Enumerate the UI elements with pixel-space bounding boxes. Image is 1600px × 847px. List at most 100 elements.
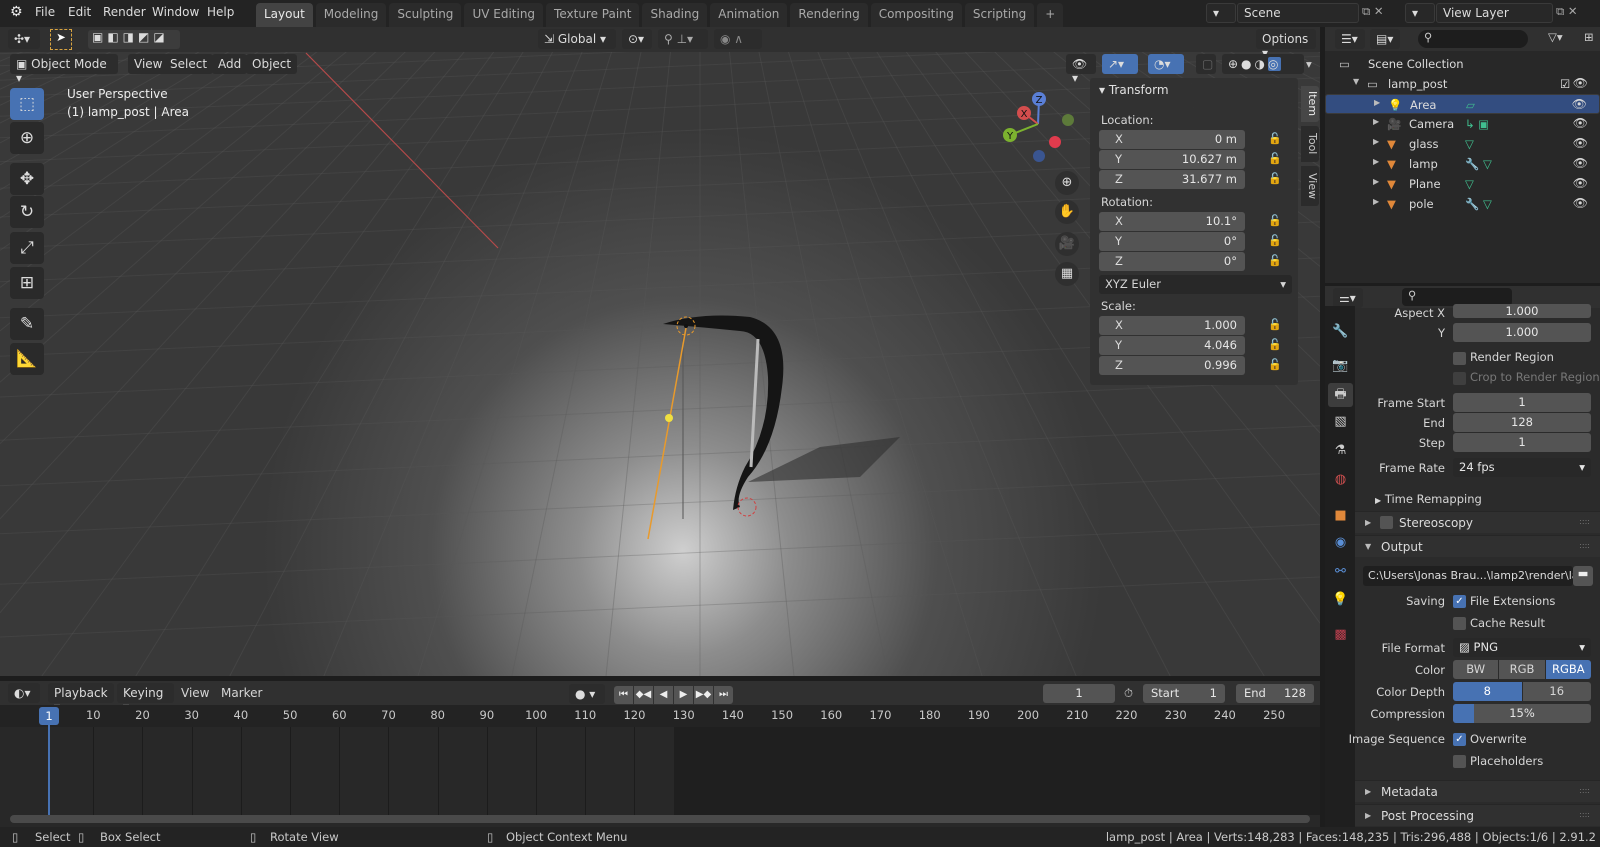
- outliner-scene-collection[interactable]: ▭ Scene Collection: [1325, 54, 1600, 74]
- gizmo-toggle-icon[interactable]: ↗▾: [1102, 54, 1138, 74]
- stereoscopy-panel-header[interactable]: ▶ Stereoscopy::::: [1355, 511, 1600, 533]
- expand-triangle-icon[interactable]: ▶: [1373, 137, 1379, 146]
- filter-icon[interactable]: ▽▾: [1548, 30, 1563, 44]
- scale-x-field[interactable]: X 1.000: [1099, 316, 1245, 335]
- metadata-panel-header[interactable]: ▶ Metadata::::: [1355, 780, 1600, 802]
- selection-mode-buttons[interactable]: ▣◧◨◩◪: [88, 30, 180, 49]
- tool-move-icon[interactable]: ✥: [10, 163, 44, 195]
- location-x-field[interactable]: X 0 m: [1099, 130, 1245, 149]
- tab-sculpting[interactable]: Sculpting: [389, 3, 462, 27]
- scale-z-field[interactable]: Z 0.996: [1099, 356, 1245, 375]
- eye-icon[interactable]: 👁: [1573, 136, 1588, 150]
- xray-icon[interactable]: ▢: [1196, 54, 1216, 74]
- eye-icon[interactable]: 👁: [1573, 196, 1588, 210]
- compression-slider[interactable]: 15%: [1453, 704, 1591, 723]
- object-data-icon[interactable]: ▽: [1465, 137, 1474, 151]
- view-layer-field[interactable]: View Layer: [1436, 3, 1553, 23]
- proportional-edit-icon[interactable]: ◉ ∧: [714, 29, 762, 49]
- auto-keying-record-icon[interactable]: ● ▾: [569, 684, 605, 704]
- frame-start-field[interactable]: 1: [1453, 393, 1591, 412]
- playhead-frame-badge[interactable]: 1: [39, 707, 59, 725]
- playback-menu[interactable]: Playback ▾: [48, 683, 114, 714]
- tool-cursor-icon[interactable]: ⊕: [10, 122, 44, 154]
- expand-triangle-icon[interactable]: ▶: [1373, 177, 1379, 186]
- eye-icon[interactable]: 👁: [1573, 156, 1588, 170]
- render-region-checkbox[interactable]: [1453, 352, 1466, 365]
- new-scene-icon[interactable]: ⧉ ✕: [1362, 4, 1384, 19]
- tab-animation[interactable]: Animation: [710, 3, 788, 27]
- outliner-item-glass[interactable]: ▶ ▼ glass ▽ 👁: [1325, 134, 1600, 154]
- object-data-icon[interactable]: ↳ ▣: [1465, 117, 1489, 131]
- shading-mode-buttons[interactable]: ⊕●◑◎: [1222, 54, 1304, 74]
- eye-icon[interactable]: 👁: [1573, 116, 1588, 130]
- transform-pivot-icon[interactable]: ✣▾: [8, 29, 40, 49]
- lock-icon[interactable]: 🔓: [1268, 152, 1282, 165]
- menu-select[interactable]: Select: [164, 54, 214, 74]
- menu-window[interactable]: Window: [152, 5, 199, 19]
- jump-start-icon[interactable]: ⏮: [614, 686, 633, 704]
- constraints-tab-icon[interactable]: ⚯: [1328, 560, 1353, 584]
- menu-add[interactable]: Add: [212, 54, 248, 74]
- outliner-collection-lamp-post[interactable]: ▼ ▭ lamp_post ☑ 👁: [1325, 74, 1600, 94]
- lock-icon[interactable]: 🔓: [1268, 234, 1282, 247]
- overlay-toggle-icon[interactable]: ◔▾: [1148, 54, 1184, 74]
- view-layer-browse-icon[interactable]: ▾: [1405, 3, 1435, 23]
- transform-orientation-dropdown[interactable]: ⇲ Global ▾: [538, 29, 616, 49]
- object-data-icon[interactable]: 🔧 ▽: [1465, 157, 1492, 171]
- pan-hand-icon[interactable]: ✋: [1055, 200, 1079, 224]
- tool-tab-icon[interactable]: 🔧: [1328, 320, 1353, 344]
- frame-step-field[interactable]: 1: [1453, 433, 1591, 452]
- depth-8-button[interactable]: 8: [1453, 682, 1522, 701]
- prev-keyframe-icon[interactable]: ◆◀: [634, 686, 653, 704]
- rotation-mode-dropdown[interactable]: XYZ Euler ▾: [1099, 275, 1292, 294]
- drag-handle-icon[interactable]: ::::: [1579, 786, 1590, 795]
- tab-modeling[interactable]: Modeling: [315, 3, 387, 27]
- options-dropdown[interactable]: Options ▾: [1256, 29, 1316, 60]
- output-tab-icon[interactable]: 🖶: [1328, 383, 1353, 407]
- mode-dropdown[interactable]: ▣ Object Mode ▾: [10, 54, 118, 85]
- texture-tab-icon[interactable]: ▩: [1328, 623, 1353, 647]
- ntab-view[interactable]: View: [1301, 166, 1319, 206]
- outliner-item-pole[interactable]: ▶ ▼ pole 🔧 ▽ 👁: [1325, 194, 1600, 214]
- eye-icon[interactable]: 👁: [1572, 97, 1587, 111]
- object-data-icon[interactable]: 🔧 ▽: [1465, 197, 1492, 211]
- menu-render[interactable]: Render: [103, 5, 146, 19]
- new-collection-icon[interactable]: ⊞: [1584, 30, 1594, 44]
- ntab-item[interactable]: Item: [1301, 86, 1319, 122]
- transform-panel-header[interactable]: ▾ Transform: [1099, 83, 1169, 97]
- object-data-light-icon[interactable]: 💡: [1328, 588, 1353, 612]
- outliner-search-input[interactable]: ⚲: [1418, 30, 1528, 48]
- outliner-item-area[interactable]: ▶ 💡 Area ▱ 👁: [1325, 94, 1600, 114]
- zoom-icon[interactable]: ⊕: [1055, 171, 1079, 195]
- camera-view-icon[interactable]: 🎥: [1055, 232, 1079, 256]
- tool-annotate-icon[interactable]: ✎: [10, 308, 44, 340]
- view-layer-tab-icon[interactable]: ▧: [1328, 410, 1353, 434]
- timeline-scrollbar[interactable]: [10, 815, 1310, 823]
- menu-object[interactable]: Object: [246, 54, 298, 74]
- crop-region-checkbox[interactable]: [1453, 372, 1466, 385]
- lock-icon[interactable]: 🔓: [1268, 338, 1282, 351]
- lock-icon[interactable]: 🔓: [1268, 132, 1282, 145]
- lock-icon[interactable]: 🔓: [1268, 358, 1282, 371]
- depth-16-button[interactable]: 16: [1522, 682, 1591, 701]
- shading-dropdown-icon[interactable]: ▾: [1306, 57, 1312, 71]
- object-tab-icon[interactable]: ■: [1328, 504, 1353, 528]
- scale-y-field[interactable]: Y 4.046: [1099, 336, 1245, 355]
- light-size-handle[interactable]: [665, 414, 673, 422]
- rotation-x-field[interactable]: X 10.1°: [1099, 212, 1245, 231]
- eye-icon[interactable]: 👁: [1573, 76, 1588, 90]
- tab-compositing[interactable]: Compositing: [870, 3, 962, 27]
- expand-triangle-icon[interactable]: ▶: [1373, 157, 1379, 166]
- marker-menu[interactable]: Marker: [221, 686, 262, 700]
- blender-logo-icon[interactable]: ⚙: [10, 4, 23, 20]
- playhead-line[interactable]: [48, 716, 50, 818]
- drag-handle-icon[interactable]: ::::: [1579, 541, 1590, 550]
- drag-handle-icon[interactable]: ::::: [1579, 810, 1590, 819]
- scene-name-field[interactable]: Scene: [1237, 3, 1359, 23]
- object-data-icon[interactable]: ▱: [1466, 98, 1475, 112]
- scene-tab-icon[interactable]: ⚗: [1328, 439, 1353, 463]
- render-tab-icon[interactable]: 📷: [1328, 354, 1353, 378]
- outliner-item-camera[interactable]: ▶ 🎥 Camera ↳ ▣ 👁: [1325, 114, 1600, 134]
- menu-file[interactable]: File: [35, 5, 55, 19]
- filter-view-icon[interactable]: ▤▾: [1370, 29, 1400, 49]
